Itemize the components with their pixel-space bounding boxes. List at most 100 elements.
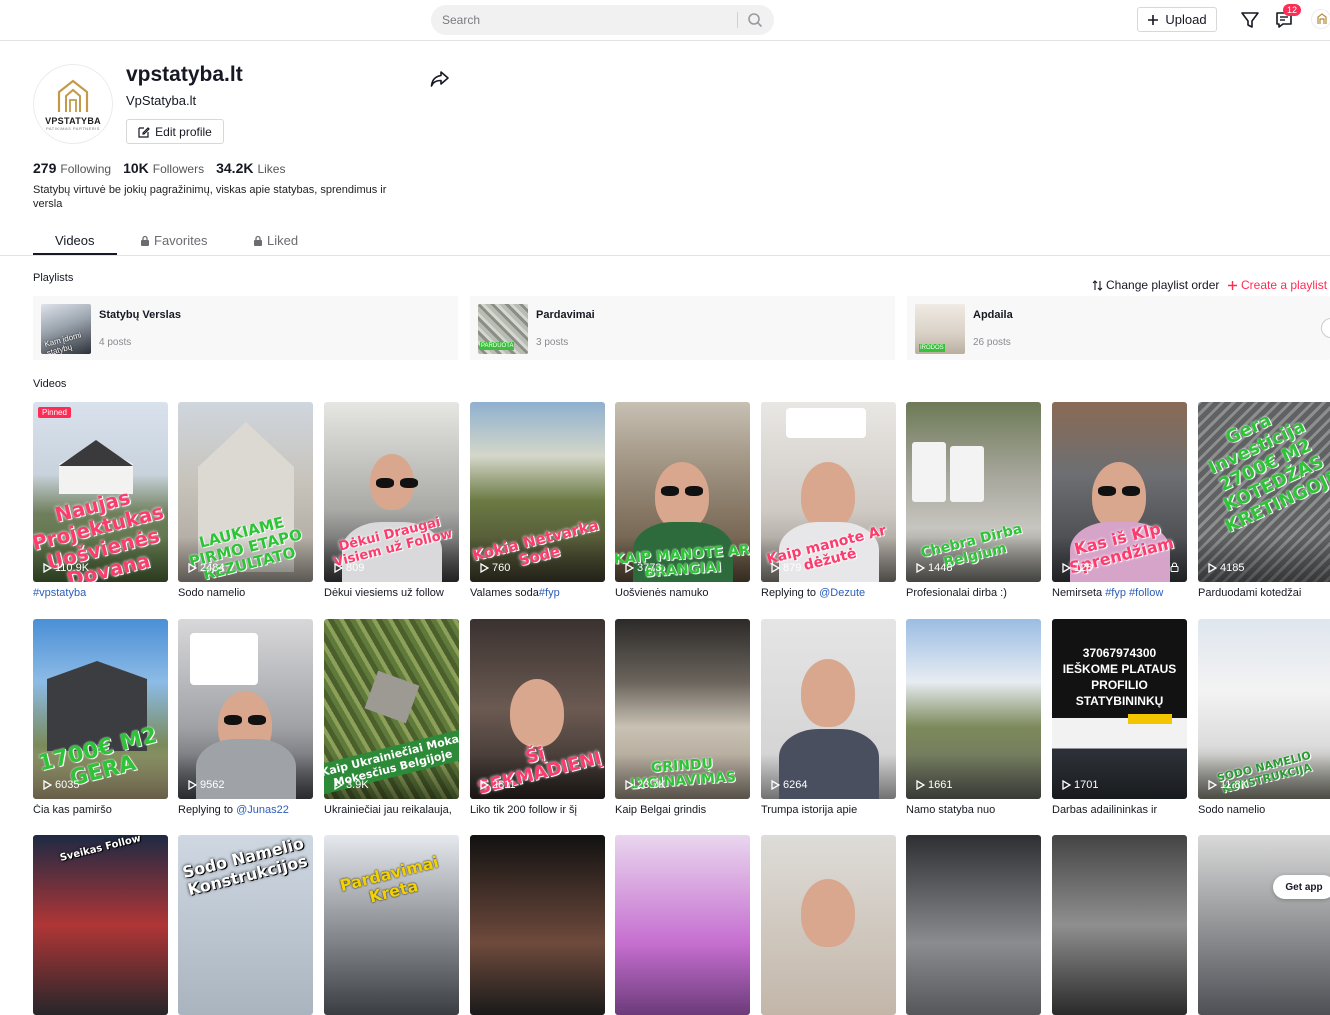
video-thumbnail[interactable] <box>1198 835 1330 1015</box>
video-card[interactable] <box>906 835 1041 1015</box>
video-caption[interactable]: Kaip Belgai grindis <box>615 804 750 818</box>
video-caption[interactable]: Trumpa istorija apie <box>761 804 896 818</box>
video-card[interactable]: Kaip Ukrainiečiai Moka Mokesčius Belgijo… <box>324 619 459 818</box>
video-thumbnail[interactable]: 1661 <box>906 619 1041 799</box>
video-card[interactable]: 1700€ M2 GERA 6035 Čia kas pamiršo <box>33 619 168 818</box>
video-card[interactable]: Chebra Dirba Belgium 1448 Profesionalai … <box>906 402 1041 601</box>
video-card[interactable]: 1661 Namo statyba nuo <box>906 619 1041 818</box>
video-thumbnail[interactable]: 9562 <box>178 619 313 799</box>
playlist-card[interactable]: IRODOS Apdaila 26 posts <box>907 296 1330 360</box>
house-logo-icon <box>57 79 89 112</box>
video-card[interactable]: Pinned Naujas Projektukas Uošvienės Dova… <box>33 402 168 601</box>
video-card[interactable]: Sveikas Follow <box>33 835 168 1015</box>
view-count: 1701 <box>1062 779 1098 791</box>
playlist-card[interactable]: Kam įdomi statybų Statybų Verslas 4 post… <box>33 296 458 360</box>
video-card[interactable]: GRINDŲ LYGINAVIMAS 23.7K Kaip Belgai gri… <box>615 619 750 818</box>
create-playlist-button[interactable]: Create a playlist <box>1227 278 1327 292</box>
tab-liked[interactable]: Liked <box>253 226 298 255</box>
video-card[interactable]: Pardavimai Kreta <box>324 835 459 1015</box>
video-thumbnail[interactable]: Kaip Ukrainiečiai Moka Mokesčius Belgijo… <box>324 619 459 799</box>
play-icon <box>1208 563 1217 573</box>
video-thumbnail[interactable]: KAIP MANOTE AR BRANGIAI 3773 <box>615 402 750 582</box>
video-thumbnail[interactable] <box>615 835 750 1015</box>
video-thumbnail[interactable]: Šį SEKMADIENĮ 2811 <box>470 619 605 799</box>
video-thumbnail[interactable]: Kaip manote Ar dėžutė 879 <box>761 402 896 582</box>
playlist-thumbnail: Kam įdomi statybų <box>41 304 91 354</box>
profile-avatar-small[interactable] <box>1311 9 1330 29</box>
video-card[interactable]: 9562 Replying to @Junas22 <box>178 619 313 818</box>
video-caption[interactable]: #vpstatyba <box>33 587 168 601</box>
video-caption[interactable]: Profesionalai dirba :) <box>906 587 1041 601</box>
upload-button[interactable]: Upload <box>1137 7 1217 32</box>
video-caption[interactable]: Sodo namelio <box>1198 804 1330 818</box>
get-app-button[interactable]: Get app <box>1273 875 1330 899</box>
video-caption[interactable]: Valames soda#fyp <box>470 587 605 601</box>
video-thumbnail[interactable] <box>470 835 605 1015</box>
video-thumbnail[interactable]: Kas iš Klp Sprendžiam 128 <box>1052 402 1187 582</box>
video-card[interactable]: Gera Investicija 2700€ M2 KOTEDŽAS KRETI… <box>1198 402 1330 601</box>
view-count: 879 <box>771 562 801 574</box>
video-card[interactable] <box>615 835 750 1015</box>
video-thumbnail[interactable]: Sodo Namelio Konstrukcijos <box>178 835 313 1015</box>
video-caption[interactable]: Ukrainiečiai jau reikalauja, <box>324 804 459 818</box>
video-caption[interactable]: Uošvienės namuko <box>615 587 750 601</box>
video-thumbnail[interactable]: Pinned Naujas Projektukas Uošvienės Dova… <box>33 402 168 582</box>
video-card[interactable]: 6264 Trumpa istorija apie <box>761 619 896 818</box>
video-card[interactable]: Dėkui Draugai Visiem už Follow 809 Dėkui… <box>324 402 459 601</box>
video-thumbnail[interactable]: 1700€ M2 GERA 6035 <box>33 619 168 799</box>
filter-icon[interactable] <box>1240 10 1260 30</box>
video-card[interactable]: KAIP MANOTE AR BRANGIAI 3773 Uošvienės n… <box>615 402 750 601</box>
edit-profile-button[interactable]: Edit profile <box>126 119 224 144</box>
video-card[interactable]: Šį SEKMADIENĮ 2811 Liko tik 200 follow i… <box>470 619 605 818</box>
playlist-card[interactable]: PARDUOTA Pardavimai 3 posts <box>470 296 895 360</box>
search-icon[interactable] <box>747 12 763 28</box>
video-thumbnail[interactable] <box>1052 835 1187 1015</box>
video-card[interactable]: Kaip manote Ar dėžutė 879 Replying to @D… <box>761 402 896 601</box>
video-caption[interactable]: Dėkui viesiems už follow <box>324 587 459 601</box>
video-thumbnail[interactable]: Chebra Dirba Belgium 1448 <box>906 402 1041 582</box>
video-card[interactable]: 37067974300 IEŠKOME PLATAUS PROFILIO STA… <box>1052 619 1187 818</box>
video-thumbnail[interactable] <box>761 835 896 1015</box>
sort-icon <box>1092 279 1103 291</box>
video-caption[interactable]: Liko tik 200 follow ir šį <box>470 804 605 818</box>
video-thumbnail[interactable]: Pardavimai Kreta <box>324 835 459 1015</box>
tab-videos[interactable]: Videos <box>55 226 95 255</box>
video-caption[interactable]: Sodo namelio <box>178 587 313 601</box>
video-thumbnail[interactable]: Kokia Netvarka Sode 760 <box>470 402 605 582</box>
video-caption[interactable]: Parduodami kotedžai <box>1198 587 1330 601</box>
video-caption[interactable]: Replying to @Dezute <box>761 587 896 601</box>
video-thumbnail[interactable]: 37067974300 IEŠKOME PLATAUS PROFILIO STA… <box>1052 619 1187 799</box>
video-caption[interactable]: Čia kas pamiršo <box>33 804 168 818</box>
video-thumbnail[interactable]: LAUKIAME PIRMO ETAPO REZULTATO 2484 <box>178 402 313 582</box>
change-playlist-order-button[interactable]: Change playlist order <box>1092 278 1219 292</box>
search-bar[interactable] <box>431 5 774 35</box>
video-thumbnail[interactable]: Gera Investicija 2700€ M2 KOTEDŽAS KRETI… <box>1198 402 1330 582</box>
video-card[interactable]: Sodo Namelio Konstrukcijos <box>178 835 313 1015</box>
video-thumbnail[interactable]: Sveikas Follow <box>33 835 168 1015</box>
video-thumbnail[interactable]: SODO NAMELIO KONSTRUKCIJA 11.8K <box>1198 619 1330 799</box>
following-stat[interactable]: 279 Following <box>33 160 111 176</box>
video-card[interactable]: LAUKIAME PIRMO ETAPO REZULTATO 2484 Sodo… <box>178 402 313 601</box>
profile-avatar[interactable]: VPSTATYBA PATIKIMAS PARTNERIS <box>33 64 113 144</box>
video-thumbnail[interactable] <box>906 835 1041 1015</box>
video-card[interactable] <box>470 835 605 1015</box>
video-thumbnail[interactable]: GRINDŲ LYGINAVIMAS 23.7K <box>615 619 750 799</box>
video-thumbnail[interactable]: Dėkui Draugai Visiem už Follow 809 <box>324 402 459 582</box>
playlists-title: Playlists <box>33 272 74 284</box>
search-input[interactable] <box>442 5 732 35</box>
video-card[interactable] <box>1198 835 1330 1015</box>
share-icon[interactable] <box>430 70 450 88</box>
view-count: 3.9K <box>334 779 369 791</box>
video-caption[interactable]: Namo statyba nuo <box>906 804 1041 818</box>
video-card[interactable]: Kas iš Klp Sprendžiam 128 Nemirseta #fyp… <box>1052 402 1187 601</box>
video-thumbnail[interactable]: 6264 <box>761 619 896 799</box>
video-card[interactable]: Kokia Netvarka Sode 760 Valames soda#fyp <box>470 402 605 601</box>
followers-stat[interactable]: 10K Followers <box>123 160 204 176</box>
video-card[interactable] <box>1052 835 1187 1015</box>
video-card[interactable] <box>761 835 896 1015</box>
video-caption[interactable]: Nemirseta #fyp #follow <box>1052 587 1187 601</box>
video-card[interactable]: SODO NAMELIO KONSTRUKCIJA 11.8K Sodo nam… <box>1198 619 1330 818</box>
video-caption[interactable]: Darbas adailininkas ir <box>1052 804 1187 818</box>
tab-favorites[interactable]: Favorites <box>140 226 207 255</box>
video-caption[interactable]: Replying to @Junas22 <box>178 804 313 818</box>
